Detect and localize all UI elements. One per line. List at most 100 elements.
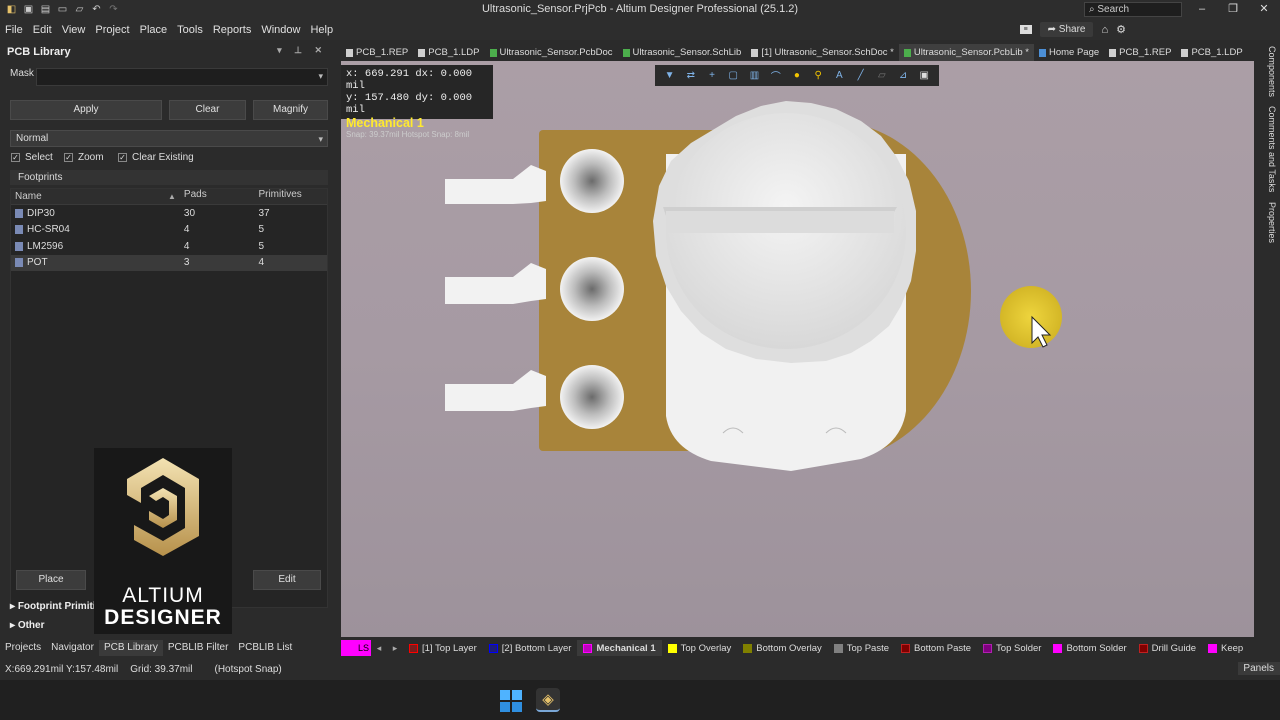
menu-reports[interactable]: Reports — [208, 24, 257, 36]
pad-icon[interactable]: ● — [790, 70, 804, 81]
comment-icon[interactable]: ≡ — [1019, 25, 1032, 34]
table-row[interactable]: HC-SR04 4 5 — [11, 222, 327, 239]
doc-tab[interactable]: PCB_1.REP — [1104, 44, 1176, 61]
layer-swatch — [488, 643, 498, 653]
layer-tab-top-solder[interactable]: Top Solder — [977, 640, 1047, 656]
magnify-button[interactable]: Magnify — [253, 100, 328, 120]
table-row[interactable]: DIP30 30 37 — [11, 205, 327, 222]
footprint-icon — [15, 258, 23, 268]
tab-pcb-library[interactable]: PCB Library — [98, 640, 163, 656]
y-label: y: — [346, 92, 359, 104]
doc-tab[interactable]: Ultrasonic_Sensor.PcbDoc — [485, 44, 618, 61]
doc-tab-active[interactable]: Ultrasonic_Sensor.PcbLib * — [898, 44, 1034, 61]
layer-tab-mechanical-1[interactable]: Mechanical 1 — [577, 640, 662, 656]
tab-components[interactable]: Components — [1261, 46, 1277, 97]
layer-tab-bottom-overlay[interactable]: Bottom Overlay — [737, 640, 827, 656]
doc-tab-label: PCB_1.REP — [356, 47, 409, 58]
clear-existing-checkbox[interactable]: ✓ Clear Existing — [118, 152, 194, 163]
home-icon[interactable]: ⌂ — [1101, 24, 1108, 36]
altium-taskbar-icon[interactable]: ◈ — [536, 688, 560, 712]
doc-tab[interactable]: PCB_1.LDP — [1176, 44, 1247, 61]
measure-icon[interactable]: ⊿ — [896, 70, 910, 81]
pin-1 — [445, 165, 546, 204]
search-input[interactable]: ⌕ Search — [1084, 2, 1182, 17]
menu-view[interactable]: View — [57, 24, 91, 36]
footprint-primitives: 4 — [258, 257, 265, 269]
chart-icon[interactable]: ▥ — [747, 70, 761, 81]
doc-tab[interactable]: Home Page — [1034, 44, 1104, 61]
layer-tab-top-layer[interactable]: [1] Top Layer — [403, 640, 483, 656]
text-icon[interactable]: A — [832, 70, 846, 81]
view-3d-icon[interactable]: ▣ — [917, 70, 931, 81]
pcb-3d-viewport[interactable]: x: 669.291 dx: 0.000 mil y: 157.480 dy: … — [341, 61, 1254, 637]
layer-tab-drill-guide[interactable]: Drill Guide — [1133, 640, 1202, 656]
layer-tab-bottom-layer[interactable]: [2] Bottom Layer — [483, 640, 578, 656]
minimize-button[interactable]: – — [1192, 2, 1212, 17]
apply-button[interactable]: Apply — [10, 100, 162, 120]
layer-tab-keep-out[interactable]: Keep — [1202, 640, 1249, 656]
table-row[interactable]: LM2596 4 5 — [11, 238, 327, 255]
tab-navigator[interactable]: Navigator — [46, 640, 99, 656]
close-button[interactable]: ✕ — [1254, 2, 1274, 17]
tab-pcblib-list[interactable]: PCBLIB List — [233, 640, 297, 656]
menu-file[interactable]: File — [0, 24, 28, 36]
doc-tab[interactable]: [1] Ultrasonic_Sensor.SchDoc * — [746, 44, 899, 61]
select-rect-icon[interactable]: ▢ — [726, 70, 740, 81]
tab-properties[interactable]: Properties — [1261, 202, 1277, 243]
panels-button[interactable]: Panels — [1238, 662, 1280, 675]
menu-tools[interactable]: Tools — [172, 24, 208, 36]
filter-icon[interactable]: ▼ — [663, 70, 677, 81]
place-button[interactable]: Place — [16, 570, 86, 590]
footprint-pads: 3 — [183, 257, 190, 269]
menu-project[interactable]: Project — [90, 24, 134, 36]
panel-controls[interactable]: ▾ ⊥ ✕ — [277, 45, 327, 56]
doc-tab-label: [1] Ultrasonic_Sensor.SchDoc * — [761, 47, 894, 58]
crosshair-icon[interactable]: + — [705, 70, 719, 81]
mask-input[interactable] — [36, 68, 328, 86]
zoom-checkbox[interactable]: ✓ Zoom — [64, 152, 104, 163]
via-icon[interactable]: ⚲ — [811, 70, 825, 81]
zoom-label: Zoom — [78, 152, 104, 163]
select-checkbox[interactable]: ✓ Select — [11, 152, 53, 163]
layer-set-button[interactable]: LS — [341, 640, 371, 656]
doc-tab-label: Ultrasonic_Sensor.SchLib — [632, 47, 742, 58]
menu-edit[interactable]: Edit — [28, 24, 57, 36]
menu-place[interactable]: Place — [135, 24, 173, 36]
tab-comments-and-tasks[interactable]: Comments and Tasks — [1261, 106, 1277, 192]
column-primitives[interactable]: Primitives — [254, 189, 327, 204]
clear-button[interactable]: Clear — [169, 100, 246, 120]
restore-button[interactable]: ❐ — [1223, 2, 1243, 17]
route-icon[interactable]: ⇄ — [684, 70, 698, 81]
layer-tab-bottom-solder[interactable]: Bottom Solder — [1047, 640, 1132, 656]
gear-icon[interactable]: ⚙ — [1116, 23, 1126, 36]
layer-swatch — [833, 643, 843, 653]
menu-window[interactable]: Window — [256, 24, 305, 36]
column-pads[interactable]: Pads — [180, 189, 255, 204]
edit-button[interactable]: Edit — [253, 570, 321, 590]
table-row-selected[interactable]: POT 3 4 — [11, 254, 327, 271]
layer-swatch — [1138, 643, 1148, 653]
layer-label: Bottom Overlay — [756, 642, 822, 654]
other-section[interactable]: ▸ Other — [10, 620, 44, 631]
layer-tab-top-paste[interactable]: Top Paste — [828, 640, 895, 656]
windows-start-icon[interactable] — [500, 690, 522, 712]
track-icon[interactable]: ⌒ — [769, 68, 783, 83]
layer-tab-bottom-paste[interactable]: Bottom Paste — [895, 640, 977, 656]
doc-tab[interactable]: PCB_1.LDP — [413, 44, 484, 61]
pad-hole-2 — [560, 257, 624, 321]
x-label: x: — [346, 68, 359, 80]
column-name[interactable]: Name ▲ — [11, 189, 180, 204]
scroll-left-icon[interactable]: ◂ — [371, 643, 387, 654]
menu-help[interactable]: Help — [305, 24, 338, 36]
mode-select[interactable]: Normal — [10, 130, 328, 147]
share-button[interactable]: ➦ Share — [1039, 22, 1094, 37]
tab-pcblib-filter[interactable]: PCBLIB Filter — [163, 640, 234, 656]
line-icon[interactable]: ╱ — [854, 70, 868, 81]
tab-projects[interactable]: Projects — [0, 640, 46, 656]
layer-tab-top-overlay[interactable]: Top Overlay — [662, 640, 738, 656]
scroll-right-icon[interactable]: ▸ — [387, 643, 403, 654]
doc-tab[interactable]: Ultrasonic_Sensor.SchLib — [618, 44, 747, 61]
region-icon[interactable]: ▱ — [875, 70, 889, 81]
footprint-pads: 30 — [183, 207, 196, 219]
doc-tab[interactable]: PCB_1.REP — [341, 44, 413, 61]
